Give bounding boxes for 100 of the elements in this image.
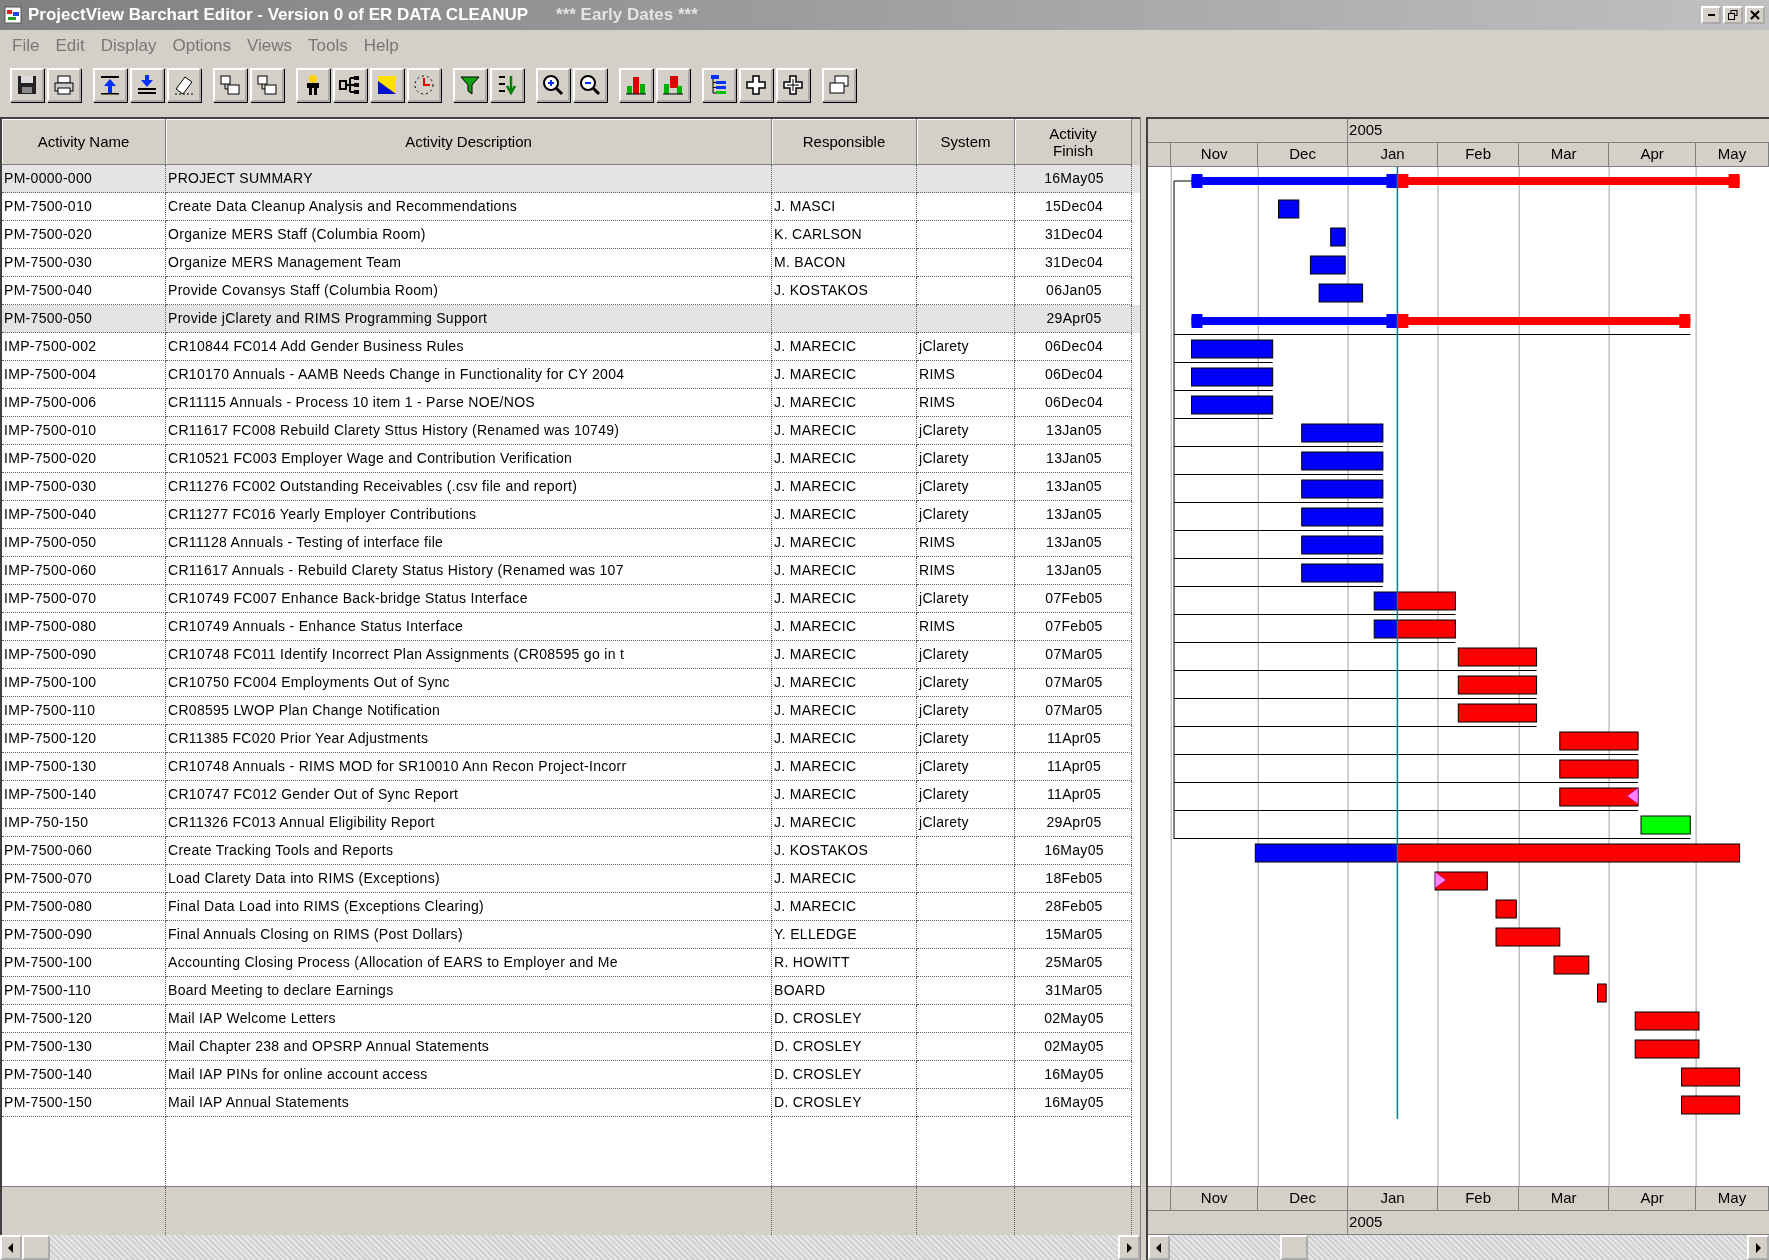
gantt-bar (1634, 1011, 1700, 1031)
plus-icon (781, 73, 805, 97)
month-header: Nov (1171, 143, 1259, 166)
table-cell: 16May05 (1015, 1089, 1132, 1117)
milestone-marker (1434, 871, 1447, 889)
month-header: Apr (1609, 143, 1697, 166)
gantt-bar (1278, 199, 1300, 219)
month-header: Dec (1258, 143, 1349, 166)
column-header[interactable]: Activity Finish (1015, 119, 1132, 165)
close-button[interactable] (1745, 6, 1765, 24)
toolbar-button[interactable] (93, 68, 127, 102)
year-label: 2005 (1348, 1212, 1383, 1232)
toolbar-button[interactable] (490, 68, 524, 102)
save-icon (15, 73, 39, 97)
month-header: May (1696, 143, 1769, 166)
scrollbar-thumb[interactable] (1280, 1235, 1308, 1260)
menu-item[interactable]: Help (363, 36, 399, 56)
month-header: Jan (1348, 143, 1438, 166)
windows-icon (255, 73, 279, 97)
toolbar-button[interactable] (739, 68, 773, 102)
toolbar-button[interactable] (573, 68, 607, 102)
menu-item[interactable]: Display (100, 36, 157, 56)
window-title: ProjectView Barchart Editor - Version 0 of ER DATA CLEANUP (28, 5, 529, 25)
print-icon (52, 73, 76, 97)
menu-item[interactable]: Options (172, 36, 232, 56)
move-down-icon (135, 73, 159, 97)
network-icon (338, 73, 362, 97)
gantt-bar (1681, 1095, 1741, 1115)
toolbar-button[interactable] (536, 68, 570, 102)
month-header: Mar (1519, 143, 1610, 166)
bar-chart-icon (661, 73, 685, 97)
right-arrow-icon (1125, 1242, 1133, 1253)
zoom-out-icon (578, 73, 602, 97)
milestone-marker (1626, 787, 1639, 805)
month-header: Apr (1609, 1187, 1697, 1210)
left-arrow-icon (7, 1242, 15, 1253)
gantt-bar (1495, 899, 1517, 919)
toolbar-button[interactable] (702, 68, 736, 102)
gantt-bar (1640, 815, 1691, 835)
toolbar-button[interactable] (776, 68, 810, 102)
right-arrow-icon (1754, 1242, 1762, 1253)
month-header: Mar (1519, 1187, 1610, 1210)
left-arrow-icon (1155, 1242, 1163, 1253)
scroll-right-button[interactable] (1118, 1235, 1140, 1260)
toolbar-button[interactable] (10, 68, 44, 102)
toolbar-button[interactable] (296, 68, 330, 102)
month-header: Dec (1258, 1187, 1349, 1210)
horizontal-scrollbar[interactable] (0, 1235, 1140, 1260)
zoom-in-icon (541, 73, 565, 97)
scroll-left-button[interactable] (0, 1235, 22, 1260)
toolbar-button[interactable] (167, 68, 201, 102)
windows-icon (218, 73, 242, 97)
minimize-icon (1707, 14, 1715, 16)
window-icon (827, 73, 851, 97)
menu-item[interactable]: Edit (55, 36, 85, 56)
restore-icon (1728, 10, 1738, 20)
close-icon (1750, 10, 1760, 20)
gantt-bar (1318, 283, 1364, 303)
month-header: Nov (1171, 1187, 1259, 1210)
column-header[interactable]: Activity Description (166, 119, 772, 165)
menu-item[interactable]: File (12, 36, 40, 56)
toolbar-button[interactable] (47, 68, 81, 102)
gantt-bar (1330, 227, 1346, 247)
gantt-bar (1634, 1039, 1700, 1059)
menu-item[interactable]: Views (247, 36, 293, 56)
window-subtitle: *** Early Dates *** (556, 5, 698, 25)
month-header: May (1696, 1187, 1769, 1210)
move-top-icon (98, 73, 122, 97)
menu-item[interactable]: Tools (308, 36, 348, 56)
gantt-bar (1309, 255, 1346, 275)
table-cell: PM-7500-150 (2, 1089, 166, 1117)
year-label: 2005 (1348, 120, 1383, 140)
gantt-bar (1553, 955, 1590, 975)
table-cell: Mail IAP Annual Statements (166, 1089, 772, 1117)
column-header[interactable]: Responsible (772, 119, 917, 165)
column-header[interactable]: System (917, 119, 1015, 165)
toolbar-button[interactable] (130, 68, 164, 102)
month-header: Feb (1437, 143, 1520, 166)
shape-icon (375, 73, 399, 97)
clock-icon (412, 73, 436, 97)
plus-icon (744, 73, 768, 97)
horizontal-scrollbar[interactable] (1148, 1235, 1769, 1260)
month-header: Feb (1437, 1187, 1520, 1210)
restore-button[interactable] (1723, 6, 1743, 24)
gantt-bar (1597, 983, 1607, 1003)
pane-splitter[interactable] (1140, 117, 1148, 1260)
gantt-bar (1681, 1067, 1741, 1087)
month-header: Jan (1348, 1187, 1438, 1210)
scroll-left-button[interactable] (1148, 1235, 1170, 1260)
minimize-button[interactable] (1701, 6, 1721, 24)
scroll-right-button[interactable] (1747, 1235, 1769, 1260)
app-icon (4, 6, 22, 24)
table-cell: D. CROSLEY (772, 1089, 917, 1117)
filter-icon (458, 73, 482, 97)
toolbar-button[interactable] (333, 68, 367, 102)
column-header[interactable]: Activity Name (2, 119, 166, 165)
scrollbar-thumb[interactable] (22, 1235, 50, 1260)
gantt-bar (1495, 927, 1561, 947)
toolbar-button[interactable] (370, 68, 404, 102)
toolbar-button[interactable] (453, 68, 487, 102)
